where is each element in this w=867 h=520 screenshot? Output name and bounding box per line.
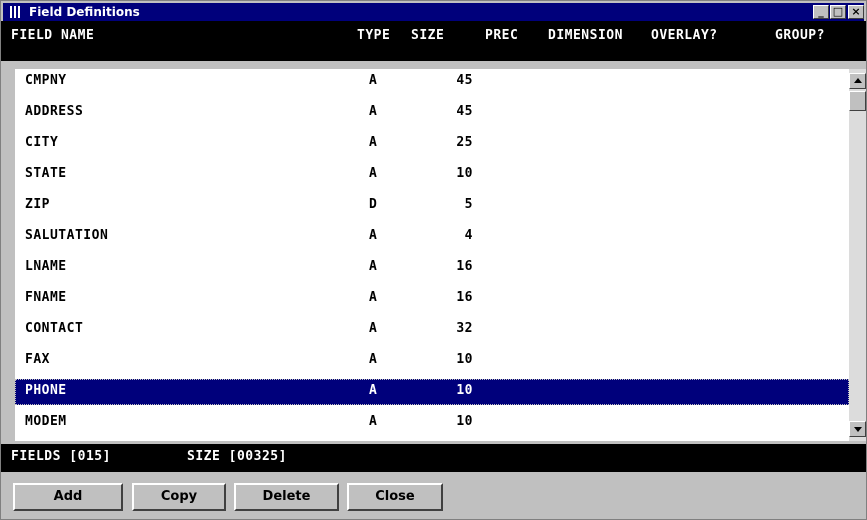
field-name-cell: FAX: [25, 352, 50, 367]
table-row[interactable]: SALUTATION A 4: [15, 224, 849, 250]
field-size-cell: 16: [456, 259, 473, 274]
field-size-cell: 45: [456, 104, 473, 119]
table-row[interactable]: ZIP D 5: [15, 193, 849, 219]
field-size-cell: 10: [456, 352, 473, 367]
field-name-cell: PHONE: [25, 383, 67, 398]
fields-count: FIELDS [015]: [11, 449, 111, 464]
col-size: SIZE: [411, 28, 445, 43]
arrow-down-icon: [854, 427, 862, 432]
window-title: Field Definitions: [29, 5, 140, 19]
field-size-cell: 10: [456, 166, 473, 181]
table-row[interactable]: PHONE A 10: [15, 379, 849, 405]
field-size-cell: 32: [456, 321, 473, 336]
table-row[interactable]: LNAME A 16: [15, 255, 849, 281]
field-size-cell: 10: [456, 383, 473, 398]
field-type-cell: A: [369, 166, 378, 181]
field-name-cell: STATE: [25, 166, 67, 181]
close-window-button[interactable]: ×: [848, 5, 864, 19]
title-bar[interactable]: Field Definitions _ □ ×: [3, 3, 864, 21]
field-list[interactable]: CMPNY A 45 ADDRESS A 45 CITY A 25 STATE A 10 ZIP D 5 SA…: [15, 69, 849, 441]
maximize-button[interactable]: □: [830, 5, 846, 19]
field-name-cell: ZIP: [25, 197, 50, 212]
arrow-up-icon: [854, 78, 862, 83]
col-dimension: DIMENSION: [548, 28, 623, 43]
close-button[interactable]: Close: [347, 483, 443, 511]
field-name-cell: FNAME: [25, 290, 67, 305]
col-field-name: FIELD NAME: [11, 28, 95, 43]
add-button[interactable]: Add: [13, 483, 123, 511]
field-type-cell: A: [369, 321, 378, 336]
field-name-cell: SALUTATION: [25, 228, 109, 243]
field-type-cell: A: [369, 135, 378, 150]
field-size-cell: 16: [456, 290, 473, 305]
field-type-cell: A: [369, 383, 378, 398]
table-row[interactable]: STATE A 10: [15, 162, 849, 188]
field-name-cell: CONTACT: [25, 321, 84, 336]
field-size-cell: 4: [464, 228, 473, 243]
col-type: TYPE: [357, 28, 391, 43]
field-type-cell: A: [369, 290, 378, 305]
table-row[interactable]: FAX A 10: [15, 348, 849, 374]
minimize-button[interactable]: _: [813, 5, 829, 19]
table-row[interactable]: MODEM A 10: [15, 410, 849, 436]
vertical-scrollbar[interactable]: [849, 69, 866, 441]
scroll-down-button[interactable]: [849, 421, 866, 437]
field-type-cell: A: [369, 73, 378, 88]
field-name-cell: CITY: [25, 135, 59, 150]
field-size-cell: 10: [456, 414, 473, 429]
field-name-cell: CMPNY: [25, 73, 67, 88]
delete-button[interactable]: Delete: [234, 483, 339, 511]
copy-button[interactable]: Copy: [132, 483, 226, 511]
app-icon: [10, 6, 22, 18]
table-row[interactable]: ADDRESS A 45: [15, 100, 849, 126]
table-row[interactable]: CITY A 25: [15, 131, 849, 157]
table-row[interactable]: FNAME A 16: [15, 286, 849, 312]
field-definitions-window: Field Definitions _ □ × FIELD NAME TYPE …: [0, 0, 867, 520]
column-header: FIELD NAME TYPE SIZE PREC DIMENSION OVER…: [1, 21, 866, 61]
scroll-up-button[interactable]: [849, 73, 866, 89]
field-type-cell: A: [369, 352, 378, 367]
col-overlay: OVERLAY?: [651, 28, 718, 43]
table-row[interactable]: CMPNY A 45: [15, 69, 849, 95]
field-type-cell: D: [369, 197, 378, 212]
field-type-cell: A: [369, 259, 378, 274]
field-type-cell: A: [369, 228, 378, 243]
field-type-cell: A: [369, 104, 378, 119]
scroll-thumb[interactable]: [849, 91, 866, 111]
field-name-cell: MODEM: [25, 414, 67, 429]
field-name-cell: LNAME: [25, 259, 67, 274]
field-size-cell: 45: [456, 73, 473, 88]
table-row[interactable]: CONTACT A 32: [15, 317, 849, 343]
col-prec: PREC: [485, 28, 519, 43]
field-name-cell: ADDRESS: [25, 104, 84, 119]
field-size-cell: 5: [464, 197, 473, 212]
field-type-cell: A: [369, 414, 378, 429]
status-bar: FIELDS [015] SIZE [00325]: [1, 444, 866, 472]
col-group: GROUP?: [775, 28, 825, 43]
field-size-cell: 25: [456, 135, 473, 150]
total-size: SIZE [00325]: [187, 449, 287, 464]
